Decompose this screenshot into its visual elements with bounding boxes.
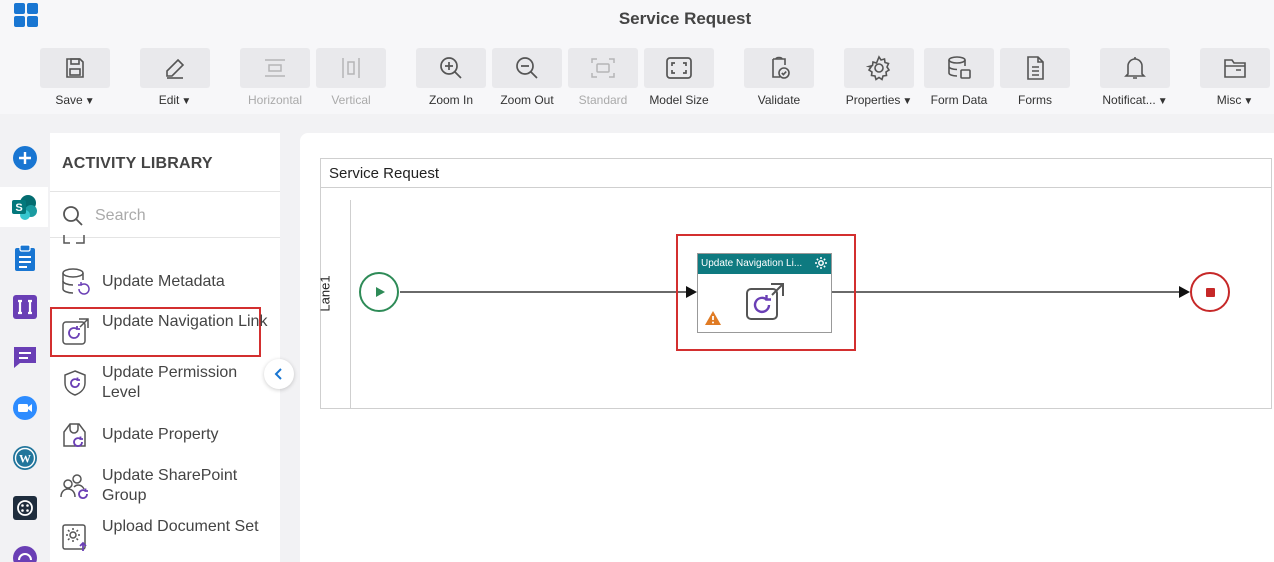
start-event[interactable] (359, 272, 399, 312)
task-title: Update Navigation Li... (701, 258, 803, 269)
stop-icon (1206, 288, 1215, 297)
flow-connectors (400, 286, 1190, 298)
arrowhead-icon (1179, 286, 1190, 298)
play-icon (376, 287, 385, 297)
end-event[interactable] (1190, 272, 1230, 312)
task-update-navigation-link[interactable]: Update Navigation Li... (697, 253, 832, 333)
warning-icon (705, 311, 721, 325)
navigation-link-icon (746, 283, 784, 320)
task-header: Update Navigation Li... (698, 254, 831, 274)
gear-icon[interactable] (814, 256, 828, 270)
